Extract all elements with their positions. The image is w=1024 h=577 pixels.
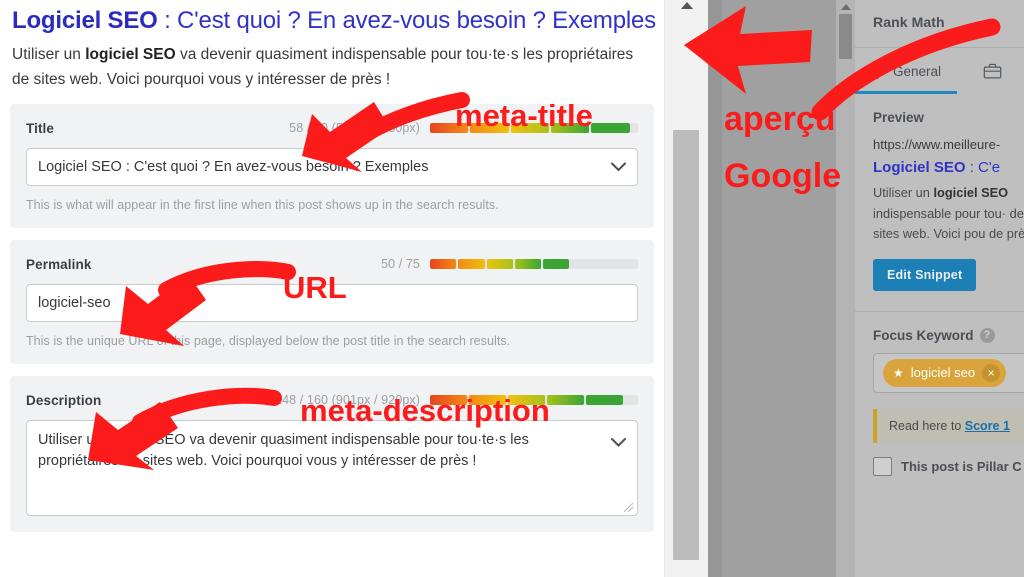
rankmath-sidebar: Rank Math General Preview https://www.me… [855,0,1024,577]
strength-segment [514,259,542,269]
title-input[interactable]: Logiciel SEO : C'est quoi ? En avez-vous… [26,148,638,186]
serp-desc-part1: Utiliser un [12,46,86,63]
snippet-title-rest: : C'e [965,159,1001,176]
resize-handle-icon[interactable] [623,502,634,513]
annotation-label-apercu: aperçu [724,100,836,138]
edit-snippet-button[interactable]: Edit Snippet [873,258,977,291]
permalink-field-meta: 50 / 75 [381,257,638,271]
snippet-title-bold: Logiciel SEO [873,159,966,176]
strength-segment [547,395,585,405]
permalink-strength-fill [430,259,570,269]
permalink-field-label: Permalink [26,256,92,272]
scroll-up-arrow-icon[interactable] [681,2,693,9]
serp-preview-description: Utiliser un logiciel SEO va devenir quas… [12,42,648,92]
pillar-content-row[interactable]: This post is Pillar C [873,456,1024,476]
snippet-desc-p2: indispensable pour tou· de sites web. Vo… [873,205,1024,242]
editor-scrollbar-thumb[interactable] [673,130,699,560]
star-icon: ★ [893,365,904,380]
serp-preview-title: Logiciel SEO : C'est quoi ? En avez-vous… [12,6,656,36]
score-notice: Read here to Score 1 [873,408,1024,443]
serp-preview-title-rest: : C'est quoi ? En avez-vous besoin ? Exe… [157,7,656,34]
description-textarea-wrap: Utiliser un logiciel SEO va devenir quas… [26,420,638,516]
dimmed-overlay-area [708,0,836,577]
remove-keyword-icon[interactable]: × [982,363,1001,382]
title-field-label: Title [26,120,55,136]
snippet-url: https://www.meilleure- [873,137,1001,152]
strength-segment [591,123,630,133]
sidebar-divider [855,310,1024,312]
gear-icon [871,63,884,79]
tab-general[interactable]: General [855,48,941,94]
snippet-title: Logiciel SEO : C'e [873,157,1024,179]
description-textarea[interactable]: Utiliser un logiciel SEO va devenir quas… [26,420,638,516]
snippet-description: Utiliser un logiciel SEO indispensable p… [873,183,1024,245]
description-field-label: Description [26,392,102,408]
strength-segment [586,395,624,405]
sidebar-tabs: General [855,47,1024,94]
preview-heading: Preview [873,110,925,125]
sidebar-title: Rank Math [873,14,945,30]
tab-briefcase[interactable] [969,48,1024,94]
serp-preview: Logiciel SEO : C'est quoi ? En avez-vous… [0,0,664,92]
score-notice-text: Read here to [889,418,965,433]
permalink-counter: 50 / 75 [381,257,420,271]
strength-segment [458,259,485,269]
annotation-label-meta-title: meta-title [455,98,593,133]
keyword-tag[interactable]: ★ logiciel seo × [883,358,1007,387]
scroll-up-arrow-icon[interactable] [840,4,851,10]
sidebar-scrollbar-thumb[interactable] [839,14,852,59]
annotation-label-meta-description: meta-description [300,393,550,428]
pillar-content-checkbox[interactable] [873,456,892,476]
serp-preview-title-bold: Logiciel SEO [12,7,158,34]
score-notice-link[interactable]: Score 1 [965,419,1010,433]
strength-segment [486,259,513,269]
focus-keyword-label: Focus Keyword [873,327,974,343]
title-counter: 58 / 60 (559px / 580px) [289,121,420,135]
pillar-content-label: This post is Pillar C [901,458,1022,474]
sidebar-scrollbar[interactable] [836,0,855,577]
serp-desc-bold: logiciel SEO [85,46,176,63]
briefcase-icon [983,63,1002,79]
annotation-label-google: Google [724,157,842,195]
snippet-desc-p1: Utiliser un [873,185,934,200]
title-input-wrap: Logiciel SEO : C'est quoi ? En avez-vous… [26,148,638,186]
permalink-field-help: This is the unique URL of this page, dis… [26,334,511,348]
sidebar-body: Preview https://www.meilleure- Logiciel … [855,110,1024,476]
snippet-desc-bold: logiciel SEO [933,185,1009,200]
tab-general-label: General [893,63,942,79]
keyword-tag-label: logiciel seo [910,365,976,380]
strength-segment [430,259,457,269]
title-field-help: This is what will appear in the first li… [26,198,499,212]
focus-keyword-heading: Focus Keyword ? [873,327,1024,343]
active-tab-indicator [855,91,957,94]
focus-keyword-input[interactable]: ★ logiciel seo × [873,352,1024,393]
help-icon[interactable]: ? [979,327,995,343]
editor-scrollbar[interactable] [664,0,709,577]
annotation-label-url: URL [283,270,347,305]
permalink-strength-bar [430,259,638,269]
strength-segment [543,259,570,269]
